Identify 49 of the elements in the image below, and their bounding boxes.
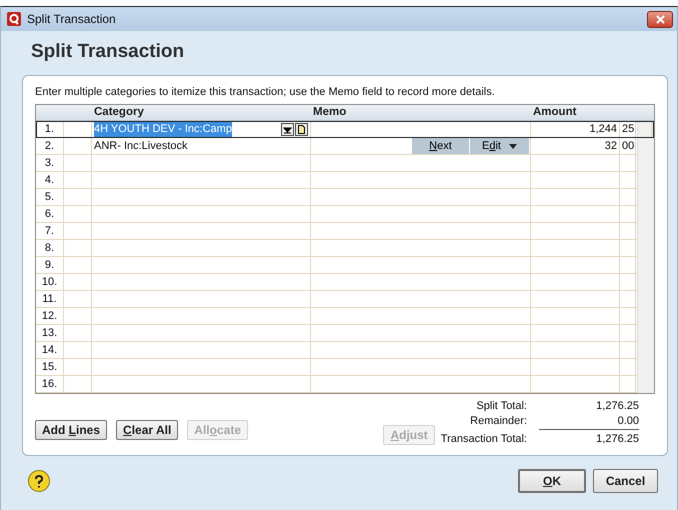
window-title: Split Transaction (27, 12, 117, 26)
dialog-heading: Split Transaction (31, 41, 186, 63)
row-number: 10. (42, 275, 58, 290)
cancel-button[interactable]: Cancel (593, 469, 658, 493)
close-icon (656, 14, 664, 24)
total-value: 1,276.25 (595, 400, 639, 412)
caret-icon (508, 144, 517, 148)
help-icon[interactable] (28, 470, 50, 492)
row-number: 7. (44, 224, 54, 239)
download-icon[interactable] (281, 122, 294, 136)
total-label: Remainder: (469, 415, 527, 429)
split-row[interactable]: 1. 4H YOUTH DEV - Inc:Camp 1,244 25 (36, 121, 654, 138)
edit-dropdown-button[interactable]: Edit (470, 138, 530, 154)
row-number: 12. (42, 309, 58, 324)
note-icon[interactable] (295, 122, 308, 136)
row-number: 11. (42, 292, 57, 307)
next-button[interactable]: Next (412, 138, 470, 154)
app-logo-icon (7, 12, 21, 26)
amount-text: 1,244 (589, 122, 617, 137)
row-number: 1. (44, 122, 54, 137)
row-number: 6. (44, 207, 54, 222)
action-button[interactable]: Add Lines (35, 420, 108, 440)
row-number: 14. (42, 343, 58, 358)
action-button[interactable]: Clear All (116, 420, 178, 440)
row-number: 15. (42, 360, 58, 375)
ok-button[interactable]: OK (518, 469, 586, 493)
amount-text: 32 (604, 139, 617, 154)
row-number: 2. (44, 139, 54, 154)
total-label: Transaction Total: (440, 433, 527, 445)
row-number: 16. (42, 377, 58, 392)
row-number: 9. (44, 258, 54, 273)
row-number: 4. (44, 173, 54, 188)
category-text: 4H YOUTH DEV - Inc:Camp (94, 121, 232, 137)
row-number: 3. (44, 156, 54, 171)
category-text: ANR- Inc:Livestock (94, 139, 188, 154)
row-number: 13. (42, 326, 58, 341)
row-number: 5. (44, 190, 54, 205)
total-value: 1,276.25 (595, 433, 639, 445)
column-header: Category (93, 105, 145, 120)
column-header: Memo (312, 105, 348, 120)
close-button[interactable] (647, 10, 673, 28)
row-number: 8. (44, 241, 54, 256)
scrollbar[interactable] (637, 121, 654, 393)
cents-text: 25 (622, 122, 634, 137)
total-value: 0.00 (539, 415, 639, 430)
total-label: Split Total: (475, 400, 527, 412)
column-header: Amount (532, 105, 578, 120)
instructions-text: Enter multiple categories to itemize this transaction; use the Memo field to record more details. (35, 86, 496, 98)
cents-text: 00 (622, 139, 634, 154)
